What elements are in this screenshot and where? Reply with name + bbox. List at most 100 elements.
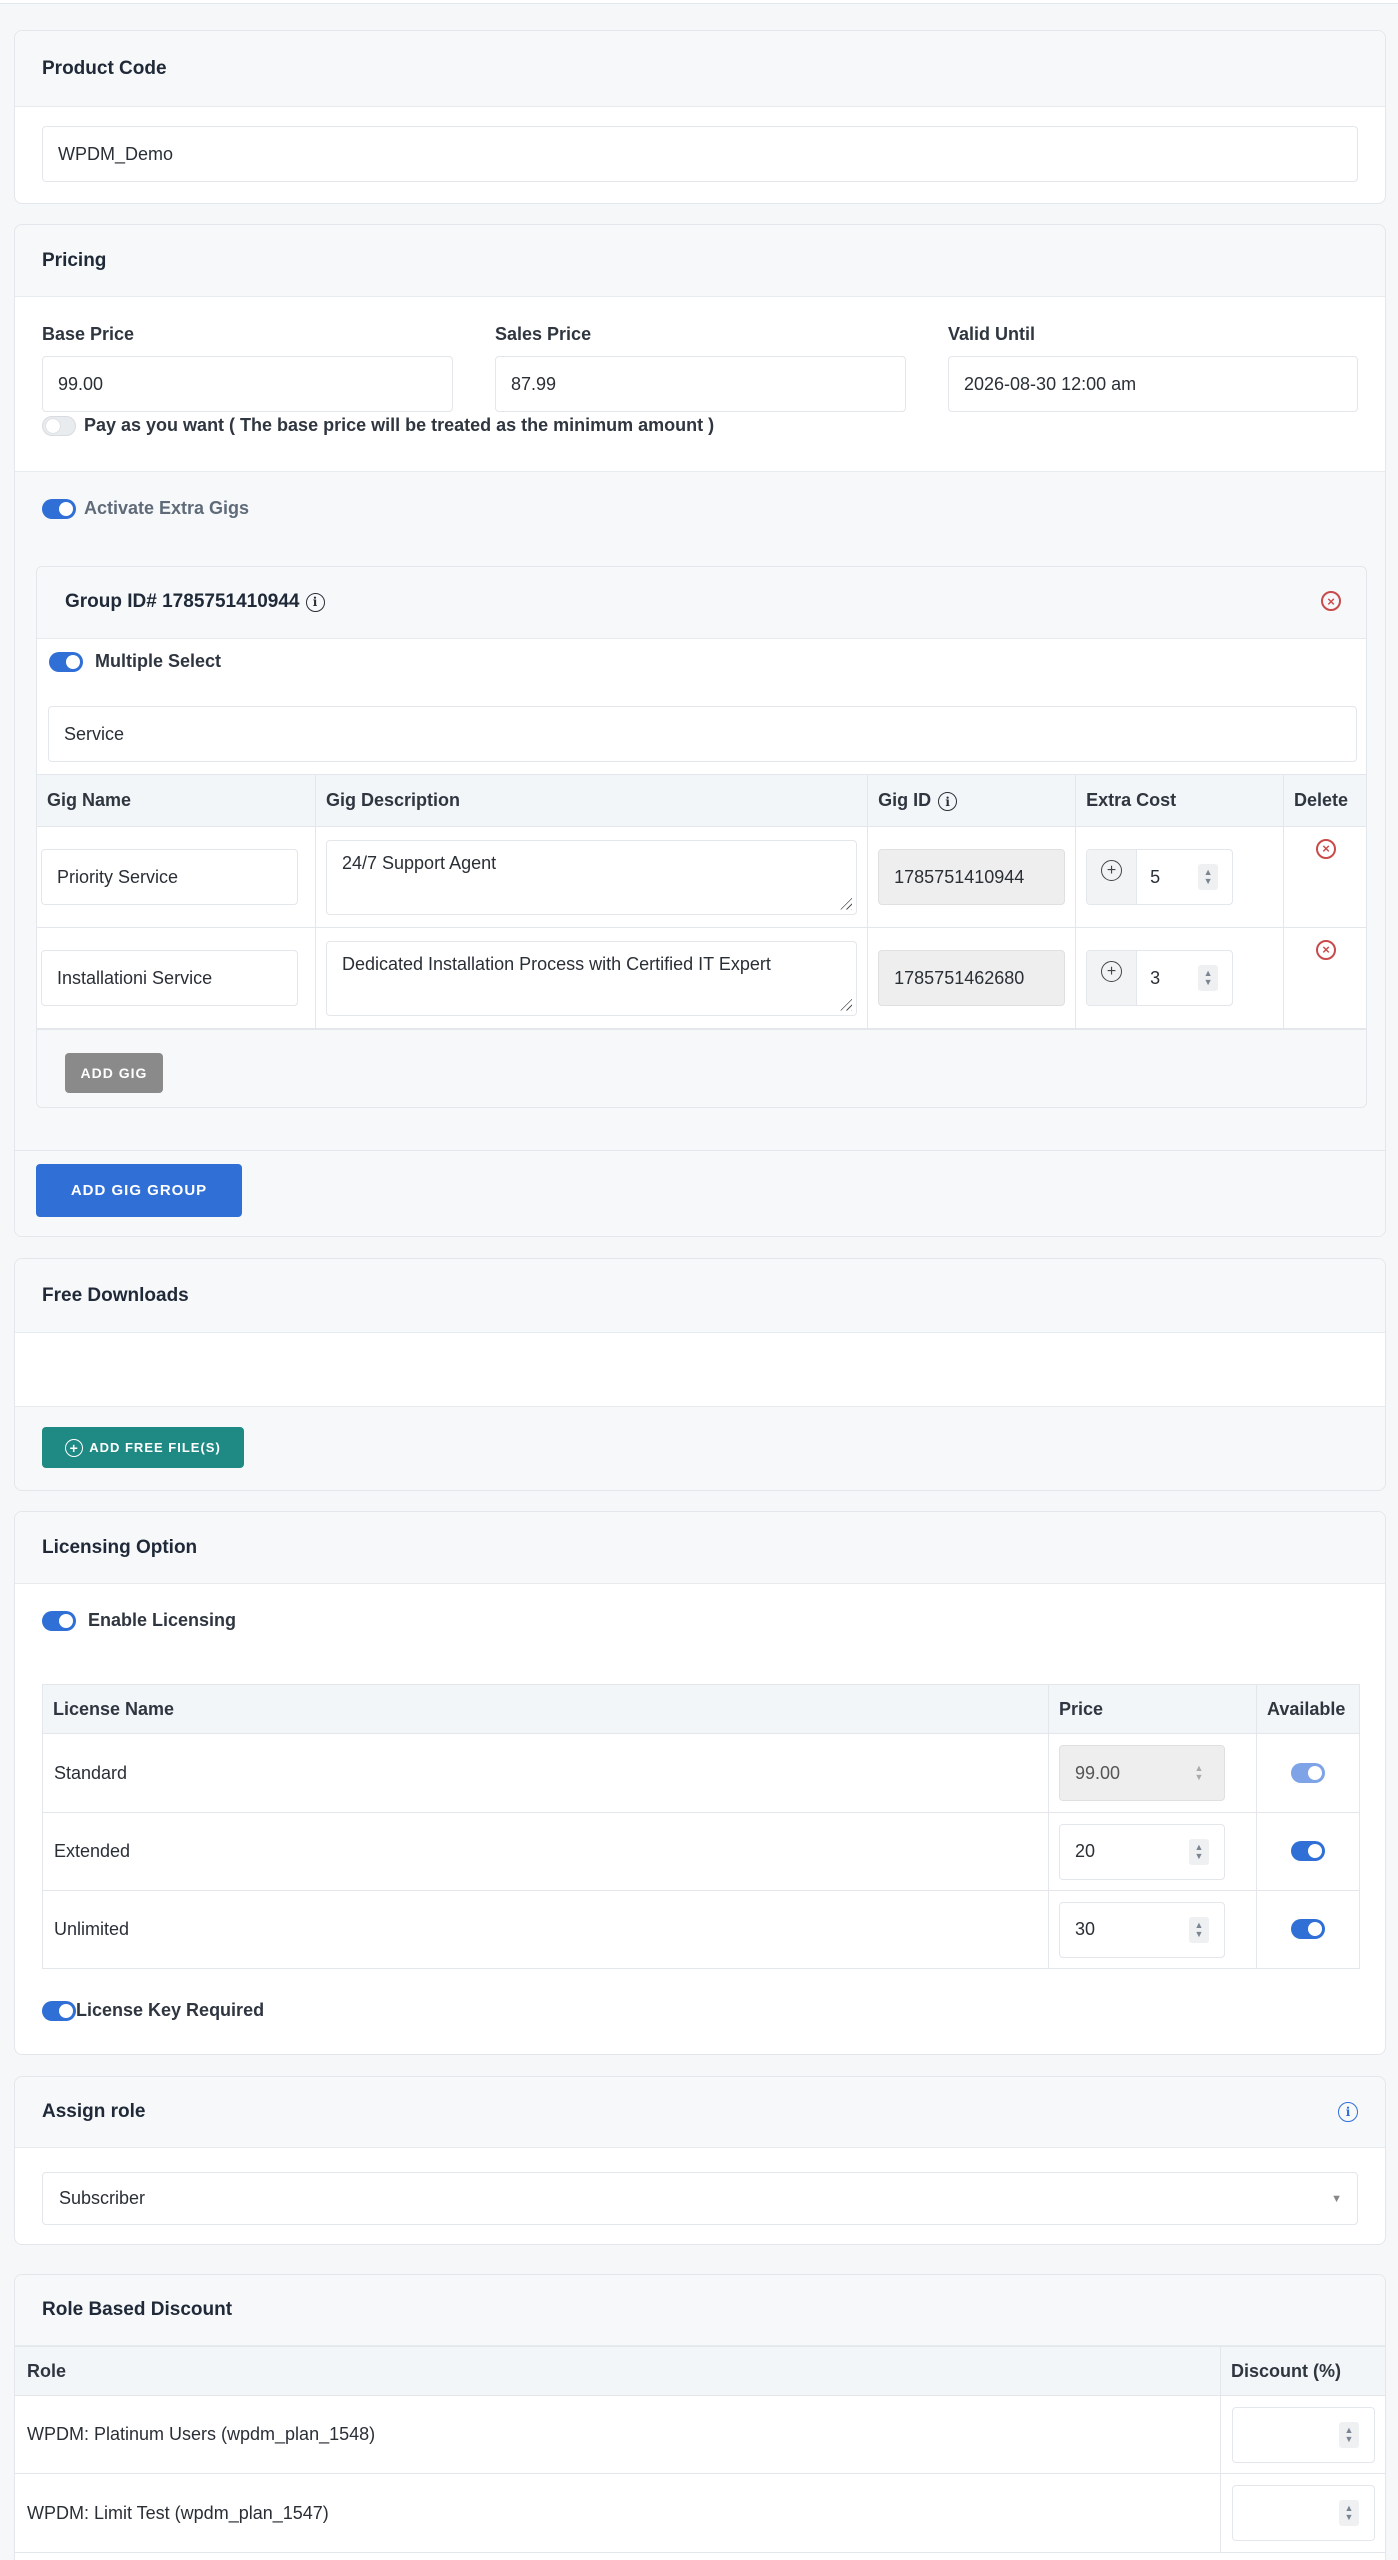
license-row: Unlimited 30 ▲ ▼ <box>42 1890 1360 1969</box>
license-key-row: License Key Required <box>42 2000 264 2021</box>
role-discount-table: Role Discount (%) WPDM: Platinum Users (… <box>15 2346 1385 2553</box>
spinner-icon[interactable]: ▲ ▼ <box>1339 2500 1359 2526</box>
extra-cost-group: + 3 ▲ ▼ <box>1086 950 1234 1006</box>
spinner-icon[interactable]: ▲ ▼ <box>1198 965 1219 991</box>
product-code-input[interactable]: WPDM_Demo <box>42 126 1358 182</box>
assign-role-panel: Assign role i Subscriber ▼ <box>14 2076 1386 2245</box>
spinner-icon[interactable]: ▲ ▼ <box>1339 2421 1359 2448</box>
gig-desc-text: 24/7 Support Agent <box>341 852 497 873</box>
discount-input[interactable]: ▲ ▼ <box>1232 2485 1375 2541</box>
resize-handle-icon[interactable] <box>838 996 853 1011</box>
info-icon[interactable]: i <box>1338 2102 1358 2122</box>
extra-cost-value: 3 <box>1150 967 1161 988</box>
resize-handle-icon[interactable] <box>838 895 853 910</box>
gig-desc-header: Gig Description <box>314 774 869 827</box>
gig-name-input[interactable]: Priority Service <box>41 849 298 905</box>
gig-name-cell: Installationi Service <box>37 927 316 1029</box>
license-price-input: 99.00 ▲ ▼ <box>1059 1745 1225 1801</box>
gig-id-input: 1785751410944 <box>878 849 1066 905</box>
sales-price-input[interactable]: 87.99 <box>495 356 906 412</box>
gig-desc-textarea[interactable]: 24/7 Support Agent <box>325 839 858 915</box>
role-name: WPDM: Limit Test (wpdm_plan_1547) <box>15 2473 1221 2553</box>
free-downloads-footer: + ADD FREE FILE(S) <box>15 1406 1385 1490</box>
extra-cost-cell: + 3 ▲ ▼ <box>1075 927 1284 1029</box>
pricing-title: Pricing <box>15 225 1385 297</box>
discount-input[interactable]: ▲ ▼ <box>1232 2406 1375 2463</box>
license-available-toggle[interactable] <box>1291 1919 1325 1940</box>
license-price-input[interactable]: 30 ▲ ▼ <box>1059 1901 1225 1958</box>
enable-licensing-toggle[interactable] <box>42 1610 76 1631</box>
license-price-cell: 30 ▲ ▼ <box>1048 1890 1257 1969</box>
gig-row: Priority Service 24/7 Support Agent 1785… <box>37 826 1366 928</box>
license-available-cell <box>1256 1812 1360 1891</box>
product-code-panel: Product Code WPDM_Demo <box>14 30 1386 204</box>
add-gig-footer: ADD GIG <box>37 1029 1366 1107</box>
gig-desc-cell: 24/7 Support Agent <box>314 826 869 928</box>
product-code-title: Product Code <box>15 31 1385 107</box>
role-discount-header: Role Discount (%) <box>15 2346 1385 2396</box>
info-icon[interactable]: i <box>938 792 958 812</box>
license-price-input[interactable]: 20 ▲ ▼ <box>1059 1823 1225 1880</box>
extra-cost-cell: + 5 ▲ ▼ <box>1075 826 1284 928</box>
license-key-toggle[interactable] <box>42 2000 76 2021</box>
license-row: Standard 99.00 ▲ ▼ <box>42 1733 1360 1813</box>
license-available-cell <box>1256 1733 1360 1813</box>
gig-id-header: Gig ID i <box>867 774 1077 827</box>
license-available-header: Available <box>1256 1684 1360 1734</box>
sales-price-label: Sales Price <box>495 324 592 344</box>
extra-cost-input[interactable]: 3 ▲ ▼ <box>1137 951 1232 1005</box>
gig-desc-cell: Dedicated Installation Process with Cert… <box>314 927 869 1029</box>
info-icon[interactable]: i <box>305 592 325 612</box>
base-price-label: Base Price <box>42 324 135 344</box>
plus-circle-icon: + <box>65 1438 84 1457</box>
add-gig-button[interactable]: ADD GIG <box>65 1053 163 1093</box>
enable-licensing-row: Enable Licensing <box>42 1610 236 1631</box>
gig-id-input: 1785751462680 <box>878 950 1066 1006</box>
valid-until-input[interactable]: 2026-08-30 12:00 am <box>948 356 1358 412</box>
license-name: Standard <box>42 1733 1049 1813</box>
gig-desc-textarea[interactable]: Dedicated Installation Process with Cert… <box>325 940 858 1016</box>
extra-cost-input[interactable]: 5 ▲ ▼ <box>1137 850 1232 904</box>
gig-name-header: Gig Name <box>37 774 316 827</box>
gig-name-cell: Priority Service <box>37 826 316 928</box>
pricing-panel: Pricing Base Price 99.00 Sales Price 87.… <box>14 224 1386 1237</box>
gig-name-input[interactable]: Installationi Service <box>41 950 298 1006</box>
license-available-toggle[interactable] <box>1291 1841 1325 1862</box>
role-select[interactable]: Subscriber ▼ <box>42 2172 1358 2225</box>
chevron-down-icon: ▼ <box>1331 2192 1342 2205</box>
role-discount-row: WPDM: Platinum Users (wpdm_plan_1548) ▲ ▼ <box>15 2395 1385 2474</box>
spinner-icon[interactable]: ▲ ▼ <box>1189 1916 1209 1943</box>
delete-header: Delete <box>1282 774 1366 827</box>
pay-as-you-want-toggle[interactable] <box>42 415 76 436</box>
valid-until-label: Valid Until <box>948 324 1036 344</box>
role-discount-row: WPDM: Limit Test (wpdm_plan_1547) ▲ ▼ <box>15 2473 1385 2553</box>
license-price-value: 99.00 <box>1075 1762 1121 1783</box>
remove-group-icon[interactable]: × <box>1321 591 1341 611</box>
license-price-cell: 99.00 ▲ ▼ <box>1048 1733 1257 1813</box>
pay-as-you-want-label: Pay as you want ( The base price will be… <box>84 415 715 435</box>
free-downloads-panel: Free Downloads + ADD FREE FILE(S) <box>14 1258 1386 1491</box>
license-name-header: License Name <box>42 1684 1049 1734</box>
delete-gig-icon[interactable]: × <box>1315 939 1336 960</box>
role-name: WPDM: Platinum Users (wpdm_plan_1548) <box>15 2395 1221 2474</box>
add-free-files-button[interactable]: + ADD FREE FILE(S) <box>42 1427 244 1468</box>
assign-role-title: Assign role <box>42 2101 146 2122</box>
multiple-select-toggle[interactable] <box>49 651 83 672</box>
spinner-icon[interactable]: ▲ ▼ <box>1198 864 1219 890</box>
delete-gig-icon[interactable]: × <box>1315 838 1336 859</box>
base-price-input[interactable]: 99.00 <box>42 356 453 412</box>
group-name-input[interactable]: Service <box>48 706 1357 762</box>
spinner-icon: ▲ ▼ <box>1194 1763 1204 1782</box>
activate-extra-gigs-toggle[interactable] <box>42 498 76 519</box>
multiple-select-row: Multiple Select <box>49 651 221 672</box>
plus-circle-icon: + <box>1087 951 1138 1005</box>
license-price-value: 20 <box>1075 1841 1096 1861</box>
activate-extra-gigs-row: Activate Extra Gigs <box>42 498 249 519</box>
license-name: Unlimited <box>42 1890 1049 1969</box>
license-available-toggle[interactable] <box>1291 1762 1325 1783</box>
activate-extra-gigs-label: Activate Extra Gigs <box>84 498 250 518</box>
spinner-icon[interactable]: ▲ ▼ <box>1189 1838 1209 1865</box>
add-gig-group-bar: ADD GIG GROUP <box>15 1150 1385 1236</box>
add-gig-group-button[interactable]: ADD GIG GROUP <box>36 1164 242 1217</box>
extra-cost-value: 5 <box>1150 866 1161 887</box>
